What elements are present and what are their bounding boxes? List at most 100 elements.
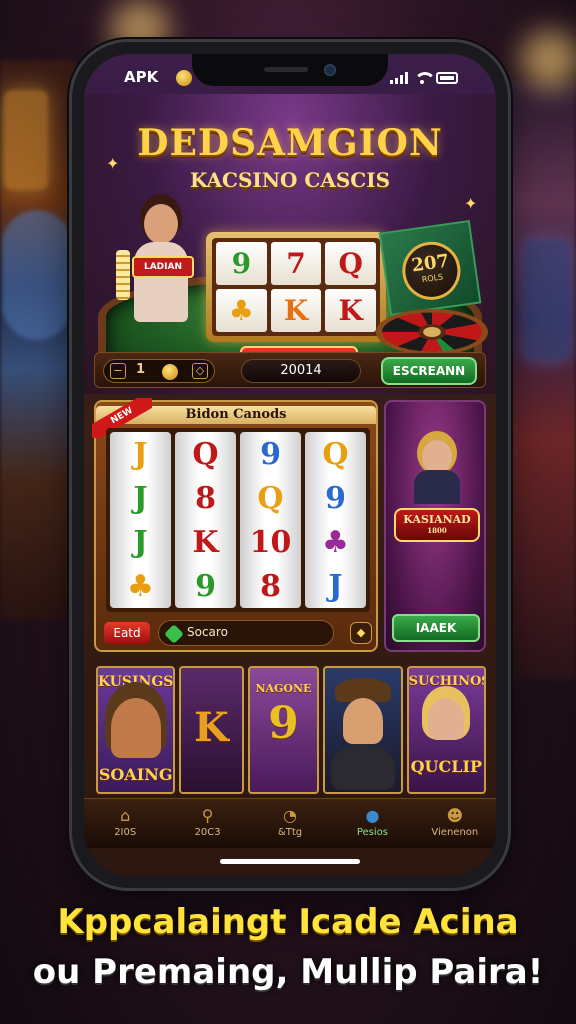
game-card-figure-body <box>331 744 395 790</box>
slot-panel[interactable]: Bidon Canods NEW J J J ♣ Q 8 K 9 9 Q 10 … <box>92 398 378 652</box>
game-card-subtitle: SOAING <box>98 765 173 784</box>
hostess-head <box>144 204 178 244</box>
home-indicator[interactable] <box>220 859 360 864</box>
reel-symbol: J <box>133 480 148 516</box>
game-card[interactable] <box>323 666 403 794</box>
bottom-nav: ⌂ 2I0S ⚲ 20C3 ◔ &Ttg ● Pesios ☻ Vienenon <box>84 798 496 848</box>
game-card-subtitle: QUCLIP <box>410 757 482 776</box>
slot-controls: Eatd Socaro ◆ <box>104 620 372 646</box>
signal-icon <box>390 72 408 84</box>
game-card[interactable]: NAGONE 9 <box>247 666 320 794</box>
bet-value: 1 <box>136 362 146 377</box>
reel-symbol: 8 <box>195 480 216 516</box>
balance-display: 20014 <box>241 359 361 383</box>
status-carrier: APK <box>124 68 159 86</box>
spin-icon[interactable]: ◆ <box>350 622 372 644</box>
hero-title: DEDSAMGION <box>137 122 443 164</box>
reel-symbol: 9 <box>325 480 346 516</box>
bet-stepper[interactable]: − 1 ◇ <box>103 359 215 383</box>
reel-symbol: 8 <box>260 568 281 604</box>
side-action-button[interactable]: IAAEK <box>392 614 480 642</box>
dealer-body <box>414 470 460 504</box>
hero-reel-symbol: 9 <box>216 242 267 285</box>
profile-icon: ☻ <box>446 805 464 825</box>
hero-reel-symbol: K <box>270 289 322 332</box>
game-card-title: KUSINGS <box>98 674 174 690</box>
nav-item-home[interactable]: ⌂ 2I0S <box>84 799 166 848</box>
background-right <box>504 80 576 680</box>
side-panel[interactable]: KASIANAD 1800 IAAEK <box>384 400 486 652</box>
nav-item-stats[interactable]: ◔ &Ttg <box>249 799 331 848</box>
game-card[interactable]: KUSINGS SOAING <box>96 666 176 794</box>
reel: Q 8 K 9 <box>175 432 236 608</box>
reel-symbol: Q <box>322 436 349 472</box>
reel: 9 Q 10 8 <box>240 432 301 608</box>
game-card[interactable]: SUCHINOS QUCLIP <box>406 666 486 794</box>
nav-label: 20C3 <box>194 827 221 838</box>
slot-reels: J J J ♣ Q 8 K 9 9 Q 10 8 Q 9 ♣ J <box>106 428 370 612</box>
hostess-body <box>134 242 188 322</box>
game-card-figure <box>110 698 161 758</box>
game-card-symbol: K <box>194 704 229 751</box>
decrease-bet-button[interactable]: − <box>110 363 126 379</box>
reel-symbol: K <box>192 524 219 560</box>
sparkle-icon: ✦ <box>464 194 478 213</box>
reel-symbol: 10 <box>249 524 292 560</box>
game-card-symbol: 9 <box>268 698 299 749</box>
nav-label: Pesios <box>356 827 388 838</box>
hero-reel-symbol: ♣ <box>216 289 267 332</box>
caption-line-2: ou Premaing, Mullip Paira! <box>32 952 544 992</box>
search-icon: ⚲ <box>201 805 214 825</box>
background-slot-machine <box>524 240 570 360</box>
increase-bet-button[interactable]: ◇ <box>192 363 208 379</box>
chip-stack-icon <box>116 250 130 300</box>
nav-item-profile[interactable]: ☻ Vienenon <box>414 799 496 848</box>
reel-symbol: J <box>133 524 148 560</box>
dealer-figure <box>412 440 462 504</box>
background-screen <box>2 210 72 340</box>
hostess-card: LADIAN <box>132 256 194 278</box>
info-bar: − 1 ◇ 20014 ESCREANN <box>94 352 486 388</box>
nav-item-pesios[interactable]: ● Pesios <box>331 799 413 848</box>
home-icon: ⌂ <box>120 805 131 825</box>
reel-symbol: J <box>328 568 343 604</box>
side-badge: KASIANAD 1800 <box>394 508 480 542</box>
background-light <box>520 30 576 90</box>
hero-reel-symbol: K <box>325 289 376 332</box>
hero-reel-symbol: 7 <box>270 242 322 285</box>
reel-symbol: Q <box>192 436 219 472</box>
phone-frame: APK ✦ ✦ DEDSAMGION KACSINO CASCIS LADIAN <box>72 42 508 888</box>
chip-icon: ● <box>365 805 380 825</box>
battery-icon <box>436 72 458 84</box>
gem-icon <box>164 624 184 644</box>
nav-label: 2I0S <box>114 827 137 838</box>
hero-banner[interactable]: ✦ ✦ DEDSAMGION KACSINO CASCIS LADIAN 9 7… <box>84 94 496 394</box>
hostess-figure: LADIAN <box>116 204 200 334</box>
slot-select[interactable]: Socaro <box>158 620 334 646</box>
game-card-title: SUCHINOS <box>408 674 486 689</box>
nav-item-search[interactable]: ⚲ 20C3 <box>166 799 248 848</box>
roulette-icon <box>376 309 488 355</box>
game-card-title: NAGONE <box>255 682 312 695</box>
nav-label: Vienenon <box>431 827 479 838</box>
background-left <box>0 60 80 620</box>
info-action-button[interactable]: ESCREANN <box>381 357 477 385</box>
promo-badge[interactable]: 207 ROLS <box>378 220 482 316</box>
game-card-figure <box>343 698 383 744</box>
coin-icon <box>162 364 178 380</box>
reel-symbol: ♣ <box>127 568 154 604</box>
slot-red-button[interactable]: Eatd <box>104 622 150 644</box>
phone-screen: APK ✦ ✦ DEDSAMGION KACSINO CASCIS LADIAN <box>84 54 496 876</box>
background-neon-sign <box>4 90 48 190</box>
game-card[interactable]: K <box>179 666 244 794</box>
reel-symbol: 9 <box>260 436 281 472</box>
slot-select-text: Socaro <box>187 625 228 639</box>
reel-symbol: ♣ <box>322 524 349 560</box>
hero-subtitle: KACSINO CASCIS <box>189 168 391 192</box>
hero-reel-symbol: Q <box>325 242 376 285</box>
game-cards: KUSINGS SOAING K NAGONE 9 SUCHINOS QUCLI… <box>96 666 486 794</box>
caption-line-1: Kppcalaingt Icade Acina <box>57 902 519 942</box>
wifi-icon <box>414 72 436 84</box>
reel: J J J ♣ <box>110 432 171 608</box>
reel-symbol: 9 <box>195 568 216 604</box>
